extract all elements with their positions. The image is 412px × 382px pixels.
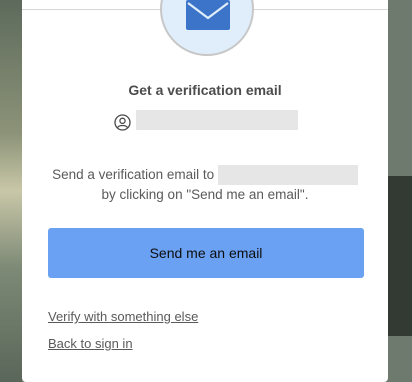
send-email-button[interactable]: Send me an email (48, 228, 364, 278)
user-circle-icon (114, 114, 131, 131)
redacted-email (217, 165, 358, 185)
background-right (388, 0, 412, 382)
description-suffix: by clicking on "Send me an email". (101, 187, 309, 202)
user-identifier-row (114, 110, 314, 131)
divider-left (22, 9, 160, 10)
emblem-circle (160, 0, 254, 56)
redacted-username (136, 110, 298, 130)
verification-card: Get a verification email Send a verifica… (22, 0, 388, 382)
divider-right (254, 9, 388, 10)
background-left (0, 0, 22, 382)
verify-with-something-else-link[interactable]: Verify with something else (48, 309, 198, 324)
page-title: Get a verification email (128, 82, 282, 98)
description-line-1: Send a verification email to (22, 165, 388, 185)
back-to-sign-in-link[interactable]: Back to sign in (48, 336, 133, 351)
mail-envelope-icon (186, 0, 230, 30)
description: Send a verification email to by clicking… (22, 165, 388, 205)
description-prefix: Send a verification email to (52, 167, 215, 182)
